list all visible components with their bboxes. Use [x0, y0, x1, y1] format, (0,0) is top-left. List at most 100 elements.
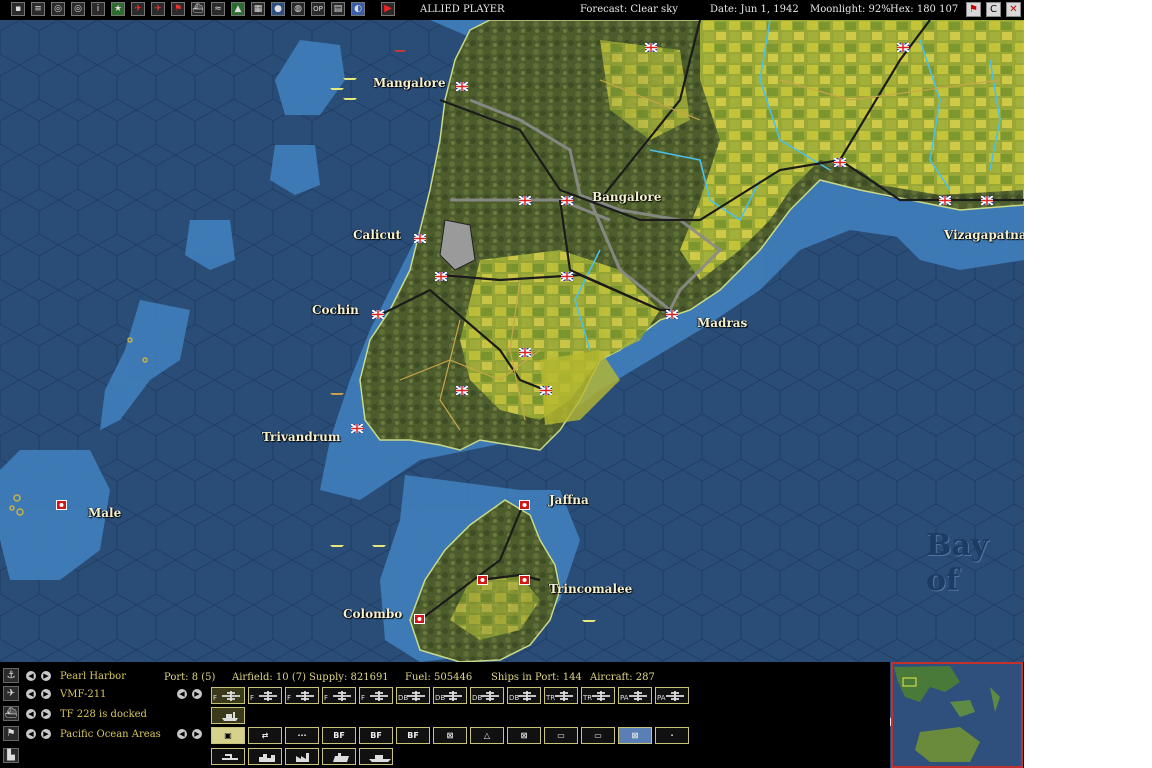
air-page-next-icon[interactable]: ▶ [192, 689, 202, 699]
air-type-button[interactable]: DB [470, 687, 504, 704]
map-filter-button[interactable]: BF [396, 727, 430, 744]
ship-unit-icon[interactable] [330, 85, 344, 91]
task-force-icon[interactable]: ⛴ [3, 706, 19, 721]
ship-unit-icon[interactable] [582, 617, 596, 623]
city-label-jaffna[interactable]: Jaffna [549, 493, 589, 507]
map-overlay-icon[interactable]: ▲ [231, 2, 245, 16]
flag-icon[interactable]: ⚑ [171, 2, 185, 16]
air-type-button[interactable]: F [248, 687, 282, 704]
city-label-cochin[interactable]: Cochin [312, 303, 359, 317]
air-type-button[interactable]: PA [618, 687, 652, 704]
anchor-icon[interactable]: ⚓ [3, 668, 19, 683]
star-icon[interactable]: ★ [111, 2, 125, 16]
play-icon[interactable]: ▶ [381, 2, 395, 16]
shipping-button[interactable] [359, 748, 393, 765]
enemy-base-icon[interactable] [519, 500, 530, 510]
center-icon[interactable]: C [986, 2, 1001, 17]
ship-unit-icon[interactable] [330, 542, 344, 548]
command-name[interactable]: Pacific Ocean Areas [60, 729, 161, 740]
op-button[interactable]: OP [311, 2, 325, 16]
city-label-trincomalee[interactable]: Trincomalee [549, 582, 632, 596]
allied-base-flag-icon[interactable] [666, 310, 678, 319]
ship-icon[interactable]: ⛴ [191, 2, 205, 16]
air-type-button[interactable]: TR [581, 687, 615, 704]
map-filter-button[interactable]: ▭ [544, 727, 578, 744]
aircraft-icon[interactable]: ✈ [151, 2, 165, 16]
command-next-icon[interactable]: ▶ [192, 729, 202, 739]
map-filter-button[interactable]: ⊠ [507, 727, 541, 744]
air-page-prev-icon[interactable]: ◀ [177, 689, 187, 699]
air-type-button[interactable]: F [285, 687, 319, 704]
map-filter-button[interactable]: ▭ [581, 727, 615, 744]
factory-button[interactable] [285, 748, 319, 765]
allied-base-flag-icon[interactable] [561, 272, 573, 281]
prev-base-icon[interactable]: ◀ [26, 671, 36, 681]
allied-base-flag-icon[interactable] [540, 386, 552, 395]
allied-base-flag-icon[interactable] [414, 234, 426, 243]
air-type-button[interactable]: TR [544, 687, 578, 704]
allied-base-flag-icon[interactable] [834, 158, 846, 167]
allied-base-flag-icon[interactable] [372, 310, 384, 319]
allied-base-flag-icon[interactable] [897, 43, 909, 52]
allied-base-flag-icon[interactable] [981, 196, 993, 205]
air-type-button[interactable]: DB [396, 687, 430, 704]
air-unit-icon[interactable]: ✈ [3, 686, 19, 701]
next-command-icon[interactable]: ▶ [41, 729, 51, 739]
city-label-calicut[interactable]: Calicut [353, 228, 401, 242]
air-type-button[interactable]: PA [655, 687, 689, 704]
prev-air-unit-icon[interactable]: ◀ [26, 689, 36, 699]
ship-unit-icon[interactable] [372, 542, 386, 548]
allied-base-flag-icon[interactable] [519, 348, 531, 357]
enemy-base-icon[interactable] [519, 575, 530, 585]
allied-base-flag-icon[interactable] [645, 43, 657, 52]
shipyard-button[interactable] [322, 748, 356, 765]
close-icon[interactable]: ✕ [1006, 2, 1021, 17]
map-filter-button[interactable]: · [655, 727, 689, 744]
flag-toggle-icon[interactable]: ⚑ [966, 2, 981, 17]
enemy-base-icon[interactable] [477, 575, 488, 585]
refresh-icon[interactable]: ◍ [291, 2, 305, 16]
ship-unit-icon[interactable] [330, 390, 344, 396]
next-air-unit-icon[interactable]: ▶ [41, 689, 51, 699]
ship-unit-icon[interactable] [343, 95, 357, 101]
allied-base-flag-icon[interactable] [435, 272, 447, 281]
report-icon[interactable]: ≡ [31, 2, 45, 16]
ship-unit-icon[interactable] [343, 75, 357, 81]
city-label-male[interactable]: Male [88, 506, 121, 520]
map-filter-button[interactable]: △ [470, 727, 504, 744]
docked-ships-button[interactable] [211, 707, 245, 724]
save-icon[interactable]: ▪ [11, 2, 25, 16]
list-icon[interactable]: ▤ [331, 2, 345, 16]
enemy-base-icon[interactable] [56, 500, 67, 510]
map-filter-button[interactable]: ⊠ [618, 727, 652, 744]
allied-base-flag-icon[interactable] [351, 424, 363, 433]
map-filter-button[interactable]: ··· [285, 727, 319, 744]
industry-icon[interactable]: ▙ [3, 748, 19, 763]
base-list-icon[interactable]: ◎ [51, 2, 65, 16]
map-filter-button[interactable]: ⇄ [248, 727, 282, 744]
city-label-vizagapatnam[interactable]: Vizagapatnam [944, 228, 1024, 242]
prev-command-icon[interactable]: ◀ [26, 729, 36, 739]
city-label-colombo[interactable]: Colombo [343, 607, 402, 621]
command-prev-icon[interactable]: ◀ [177, 729, 187, 739]
allied-base-flag-icon[interactable] [456, 82, 468, 91]
air-combat-icon[interactable]: ✈ [131, 2, 145, 16]
allied-base-flag-icon[interactable] [456, 386, 468, 395]
globe-icon[interactable]: ● [271, 2, 285, 16]
selected-base-name[interactable]: Pearl Harbor [60, 671, 126, 682]
map-filter-button[interactable]: BF [359, 727, 393, 744]
selected-air-unit-name[interactable]: VMF-211 [60, 689, 106, 700]
command-flag-icon[interactable]: ⚑ [3, 726, 19, 741]
air-type-button[interactable]: DB [507, 687, 541, 704]
city-label-trivandrum[interactable]: Trivandrum [262, 430, 341, 444]
air-type-button[interactable]: DB [433, 687, 467, 704]
task-force-icon[interactable]: ◎ [71, 2, 85, 16]
allied-base-flag-icon[interactable] [519, 196, 531, 205]
enemy-base-icon[interactable] [414, 614, 425, 624]
map-filter-button[interactable]: ▣ [211, 727, 245, 744]
next-base-icon[interactable]: ▶ [41, 671, 51, 681]
ground-unit-button[interactable] [211, 748, 245, 765]
allied-base-flag-icon[interactable] [561, 196, 573, 205]
minimap[interactable] [781, 643, 1024, 768]
city-label-mangalore[interactable]: Mangalore [373, 76, 445, 90]
